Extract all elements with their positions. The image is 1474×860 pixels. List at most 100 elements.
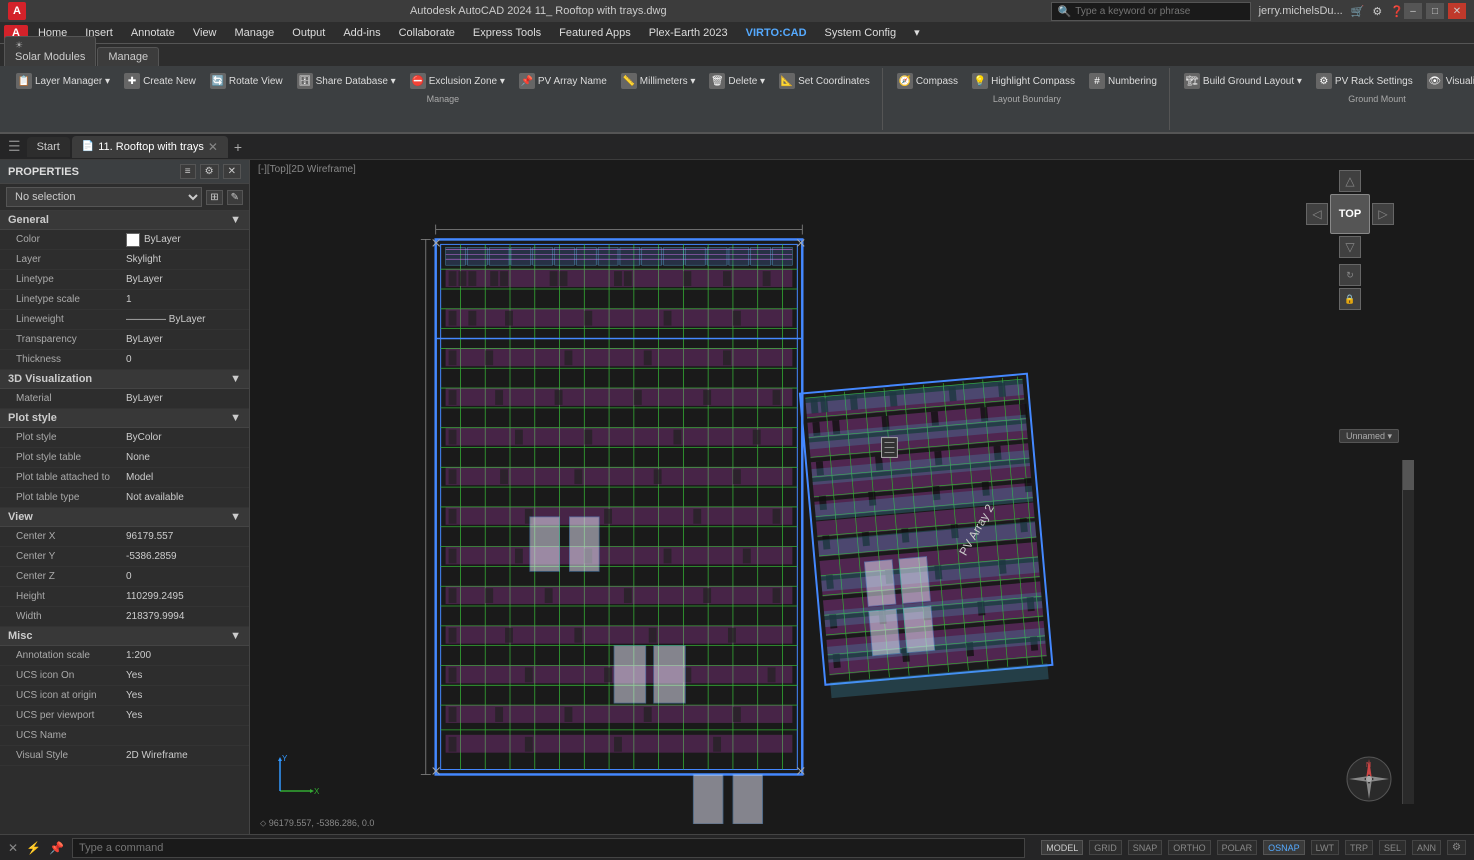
prop-visual-style: Visual Style 2D Wireframe <box>0 746 249 766</box>
collapse-btn[interactable]: ☰ <box>4 138 25 155</box>
nav-arrow-right[interactable]: ▷ <box>1372 203 1394 225</box>
share-database-btn[interactable]: 🗄Share Database ▾ <box>291 70 402 92</box>
status-selection-btn[interactable]: SEL <box>1379 840 1406 855</box>
section-view[interactable]: View ▼ <box>0 508 249 527</box>
pv-rack-settings-btn[interactable]: ⚙PV Rack Settings <box>1310 70 1419 92</box>
doc-icon: 📄 <box>82 141 94 152</box>
menu-item-collaborate[interactable]: Collaborate <box>391 25 463 41</box>
props-close-btn[interactable]: ✕ <box>223 164 241 179</box>
menu-item-view[interactable]: View <box>185 25 225 41</box>
cad-drawing[interactable]: PV Array 2 <box>260 180 1404 824</box>
ribbon-group-layout: 🧭Compass 💡Highlight Compass #Numbering L… <box>885 68 1170 130</box>
status-model-btn[interactable]: MODEL <box>1041 840 1083 855</box>
nav-rotate-btn[interactable]: ↻ <box>1339 264 1361 286</box>
menu-item-expresstools[interactable]: Express Tools <box>465 25 549 41</box>
create-new-btn[interactable]: ✚Create New <box>118 70 202 92</box>
maximize-button[interactable]: □ <box>1426 3 1444 19</box>
prop-thickness: Thickness 0 <box>0 350 249 370</box>
section-misc[interactable]: Misc ▼ <box>0 627 249 646</box>
status-annotate-btn[interactable]: ANN <box>1412 840 1441 855</box>
help-icon[interactable]: ❓ <box>1390 5 1404 18</box>
manage-group-label: Manage <box>10 94 876 104</box>
selection-quick-select-btn[interactable]: ⊞ <box>206 190 222 205</box>
ribbon: ☀ Solar Modules Manage 📋Layer Manager ▾ … <box>0 44 1474 134</box>
visualize-ground-btn[interactable]: 👁Visualize Ground Clearance <box>1421 70 1474 92</box>
props-toggle-btn[interactable]: ≡ <box>180 164 196 179</box>
numbering-btn[interactable]: #Numbering <box>1083 70 1163 92</box>
command-input[interactable] <box>72 838 1025 858</box>
selection-dropdown[interactable]: No selection ⊞ ✎ <box>0 184 249 211</box>
delete-manage-btn[interactable]: 🗑Delete ▾ <box>703 70 771 92</box>
doc-tab-active[interactable]: 📄 11. Rooftop with trays ✕ <box>72 136 228 158</box>
build-ground-btn[interactable]: 🏗Build Ground Layout ▾ <box>1178 70 1308 92</box>
settings-icon[interactable]: ⚙ <box>1372 5 1382 18</box>
compass-btn[interactable]: 🧭Compass <box>891 70 964 92</box>
layer-manager-btn[interactable]: 📋Layer Manager ▾ <box>10 70 116 92</box>
menu-item-featuredapps[interactable]: Featured Apps <box>551 25 639 41</box>
svg-text:X: X <box>314 787 320 796</box>
search-bar[interactable]: 🔍 <box>1051 2 1251 21</box>
status-osnap-btn[interactable]: OSNAP <box>1263 840 1305 855</box>
scrollbar-thumb-v[interactable] <box>1403 460 1414 490</box>
nav-arrow-left[interactable]: ◁ <box>1306 203 1328 225</box>
status-pin-btn[interactable]: 📌 <box>49 841 64 855</box>
close-button[interactable]: ✕ <box>1448 3 1466 19</box>
ribbon-tab-manage[interactable]: Manage <box>97 47 159 66</box>
nav-arrow-up[interactable]: △ <box>1339 170 1361 192</box>
menu-item-annotate[interactable]: Annotate <box>123 25 183 41</box>
viewport-label: [-][Top][2D Wireframe] <box>258 164 356 175</box>
status-lineweight-btn[interactable]: LWT <box>1311 840 1339 855</box>
status-workspace-btn[interactable]: ⚙ <box>1447 840 1466 855</box>
menu-item-output[interactable]: Output <box>284 25 333 41</box>
ribbon-tab-solar-modules[interactable]: ☀ Solar Modules <box>4 36 96 66</box>
prop-plot-table-type: Plot table type Not available <box>0 488 249 508</box>
status-lightning-btn[interactable]: ⚡ <box>26 841 41 855</box>
properties-header: PROPERTIES ≡ ⚙ ✕ <box>0 160 249 184</box>
prop-plot-table-attached: Plot table attached to Model <box>0 468 249 488</box>
menu-item-virtocad[interactable]: VIRTO:CAD <box>738 25 815 41</box>
status-ortho-btn[interactable]: ORTHO <box>1168 840 1210 855</box>
search-input[interactable] <box>1075 6 1225 17</box>
menu-item-manage[interactable]: Manage <box>227 25 283 41</box>
nav-lock-btn[interactable]: 🔒 <box>1339 288 1361 310</box>
menu-more[interactable]: ▾ <box>906 24 928 41</box>
unnamed-badge[interactable]: Unnamed ▾ <box>1339 430 1399 442</box>
minimize-button[interactable]: – <box>1404 3 1422 19</box>
set-coordinates-btn[interactable]: 📐Set Coordinates <box>773 70 876 92</box>
status-transparency-btn[interactable]: TRP <box>1345 840 1373 855</box>
new-tab-btn[interactable]: + <box>230 139 246 155</box>
status-cancel-btn[interactable]: ✕ <box>8 841 18 855</box>
canvas-area[interactable]: [-][Top][2D Wireframe] △ ◁ TOP ▷ ▽ ↻ 🔒 U… <box>250 160 1474 834</box>
props-options-btn[interactable]: ⚙ <box>200 164 219 179</box>
pv-array-name-btn[interactable]: 📌PV Array Name <box>513 70 613 92</box>
rotate-view-btn[interactable]: 🔄Rotate View <box>204 70 289 92</box>
prop-ucs-name: UCS Name <box>0 726 249 746</box>
prop-linetype: Linetype ByLayer <box>0 270 249 290</box>
menu-item-plexearth[interactable]: Plex-Earth 2023 <box>641 25 736 41</box>
prop-plot-style-table: Plot style table None <box>0 448 249 468</box>
section-plot[interactable]: Plot style ▼ <box>0 409 249 428</box>
prop-width: Width 218379.9994 <box>0 607 249 627</box>
menu-item-addins[interactable]: Add-ins <box>335 25 388 41</box>
prop-layer: Layer Skylight <box>0 250 249 270</box>
section-3d[interactable]: 3D Visualization ▼ <box>0 370 249 389</box>
prop-lineweight: Lineweight ———— ByLayer <box>0 310 249 330</box>
status-grid-btn[interactable]: GRID <box>1089 840 1122 855</box>
doc-tab-start[interactable]: Start <box>27 137 70 157</box>
exclusion-zone-btn[interactable]: ⛔Exclusion Zone ▾ <box>404 70 511 92</box>
selection-select[interactable]: No selection <box>6 187 202 207</box>
doc-tab-close-btn[interactable]: ✕ <box>208 140 218 154</box>
highlight-compass-btn[interactable]: 💡Highlight Compass <box>966 70 1081 92</box>
status-snap-btn[interactable]: SNAP <box>1128 840 1163 855</box>
status-polar-btn[interactable]: POLAR <box>1217 840 1258 855</box>
cart-icon[interactable]: 🛒 <box>1351 5 1365 18</box>
prop-height: Height 110299.2495 <box>0 587 249 607</box>
menu-item-systemconfig[interactable]: System Config <box>817 25 905 41</box>
top-cube[interactable]: TOP <box>1330 194 1370 234</box>
nav-arrow-down[interactable]: ▽ <box>1339 236 1361 258</box>
millimeters-btn[interactable]: 📏Millimeters ▾ <box>615 70 702 92</box>
svg-text:N: N <box>1366 762 1371 769</box>
selection-picker-btn[interactable]: ✎ <box>227 190 243 205</box>
prop-ucs-icon-on: UCS icon On Yes <box>0 666 249 686</box>
section-general[interactable]: General ▼ <box>0 211 249 230</box>
